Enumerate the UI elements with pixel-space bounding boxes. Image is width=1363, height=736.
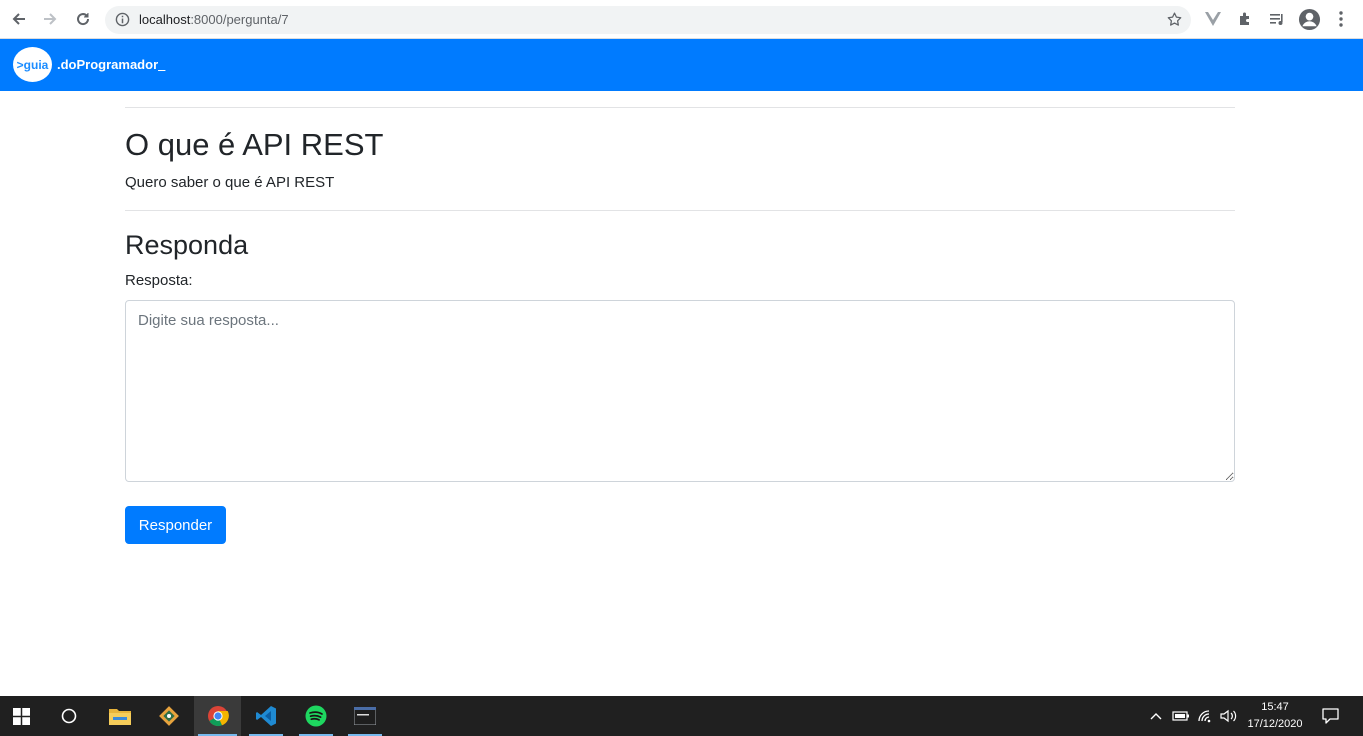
vscode-icon[interactable]: [245, 696, 287, 736]
media-queue-icon[interactable]: [1267, 9, 1287, 29]
clock-time: 15:47: [1261, 701, 1289, 713]
divider: [125, 107, 1235, 108]
site-logo[interactable]: >guia .doProgramador_: [13, 47, 165, 82]
cortana-icon[interactable]: [48, 696, 90, 736]
question-body: Quero saber o que é API REST: [125, 174, 335, 191]
site-info-icon[interactable]: [115, 12, 130, 32]
notification-center-icon[interactable]: [1318, 696, 1342, 736]
url-text: localhost:8000/pergunta/7: [139, 12, 289, 27]
spotify-icon[interactable]: [295, 696, 337, 736]
question-title: O que é API REST: [125, 127, 384, 162]
start-icon[interactable]: [0, 696, 42, 736]
reply-heading: Responda: [125, 230, 249, 260]
git-icon[interactable]: [147, 696, 191, 736]
submit-answer-button[interactable]: Responder: [125, 506, 226, 544]
answer-label: Resposta:: [125, 272, 193, 289]
chrome-icon[interactable]: [194, 696, 241, 736]
vue-devtools-icon[interactable]: [1203, 9, 1223, 29]
answer-textarea[interactable]: [125, 300, 1235, 482]
windows-taskbar: 15:47 17/12/2020: [0, 696, 1363, 736]
terminal-icon[interactable]: [344, 696, 386, 736]
logo-mark: >guia: [13, 47, 52, 82]
wifi-icon[interactable]: [1195, 696, 1217, 736]
system-clock[interactable]: 15:47 17/12/2020: [1244, 699, 1306, 733]
file-explorer-icon[interactable]: [98, 696, 142, 736]
back-arrow-icon[interactable]: [8, 8, 30, 30]
extensions-puzzle-icon[interactable]: [1235, 9, 1255, 29]
profile-avatar-icon[interactable]: [1297, 7, 1321, 31]
volume-icon[interactable]: [1218, 696, 1240, 736]
browser-toolbar: localhost:8000/pergunta/7: [0, 0, 1363, 39]
address-bar[interactable]: localhost:8000/pergunta/7: [105, 6, 1191, 34]
site-navbar: >guia .doProgramador_: [0, 39, 1363, 91]
clock-date: 17/12/2020: [1247, 718, 1303, 730]
bookmark-star-icon[interactable]: [1166, 11, 1183, 33]
reload-icon[interactable]: [72, 8, 94, 30]
battery-icon[interactable]: [1170, 696, 1192, 736]
logo-text: .doProgramador_: [57, 56, 166, 72]
divider: [125, 210, 1235, 211]
kebab-menu-icon[interactable]: [1331, 9, 1351, 29]
chevron-up-icon[interactable]: [1146, 696, 1166, 736]
forward-arrow-icon[interactable]: [39, 8, 61, 30]
